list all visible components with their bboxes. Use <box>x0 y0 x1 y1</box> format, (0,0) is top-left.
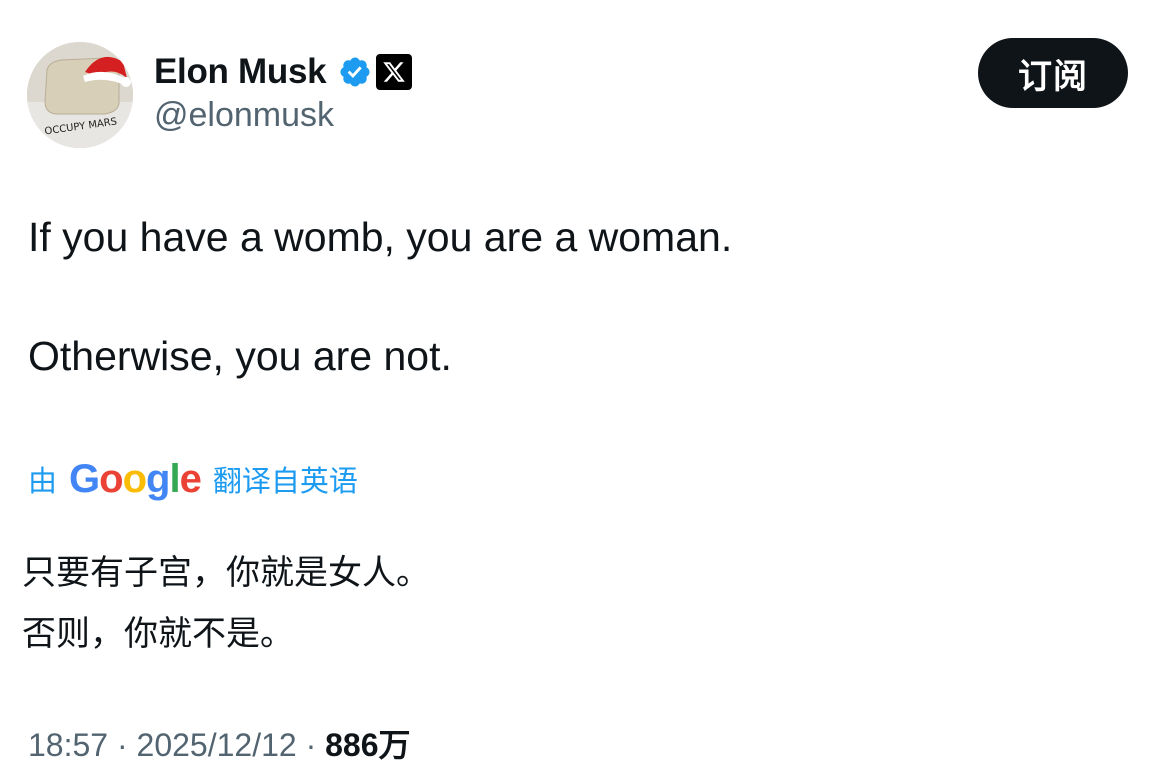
view-count: 886万 <box>325 727 411 763</box>
display-name[interactable]: Elon Musk <box>154 52 327 92</box>
author-name-row: Elon Musk <box>154 50 413 94</box>
translated-text-line-1: 只要有子宫，你就是女人。 <box>22 554 430 592</box>
translation-suffix: 翻译自英语 <box>212 466 358 498</box>
tweet-text-line-1: If you have a womb, you are a woman. <box>28 214 733 260</box>
tweet-text-line-2: Otherwise, you are not. <box>28 333 452 379</box>
tweet-timestamp[interactable]: 18:57 · 2025/12/12 · 886万 <box>28 720 411 766</box>
timestamp-date: 18:57 · 2025/12/12 · <box>28 727 326 763</box>
x-logo-icon[interactable] <box>376 54 413 90</box>
translation-attribution[interactable]: 由 Google 翻译自英语 <box>28 456 358 502</box>
subscribe-button[interactable]: 订阅 <box>978 38 1128 108</box>
avatar-image: OCCUPY MARS <box>27 42 133 148</box>
x-logo-glyph <box>383 62 406 82</box>
translation-prefix: 由 <box>28 466 58 498</box>
google-logo: Google <box>69 456 202 501</box>
avatar[interactable]: OCCUPY MARS <box>27 42 133 148</box>
verified-badge-icon[interactable] <box>338 55 372 89</box>
translated-text-line-2: 否则，你就不是。 <box>22 615 294 653</box>
user-handle[interactable]: @elonmusk <box>154 96 334 135</box>
